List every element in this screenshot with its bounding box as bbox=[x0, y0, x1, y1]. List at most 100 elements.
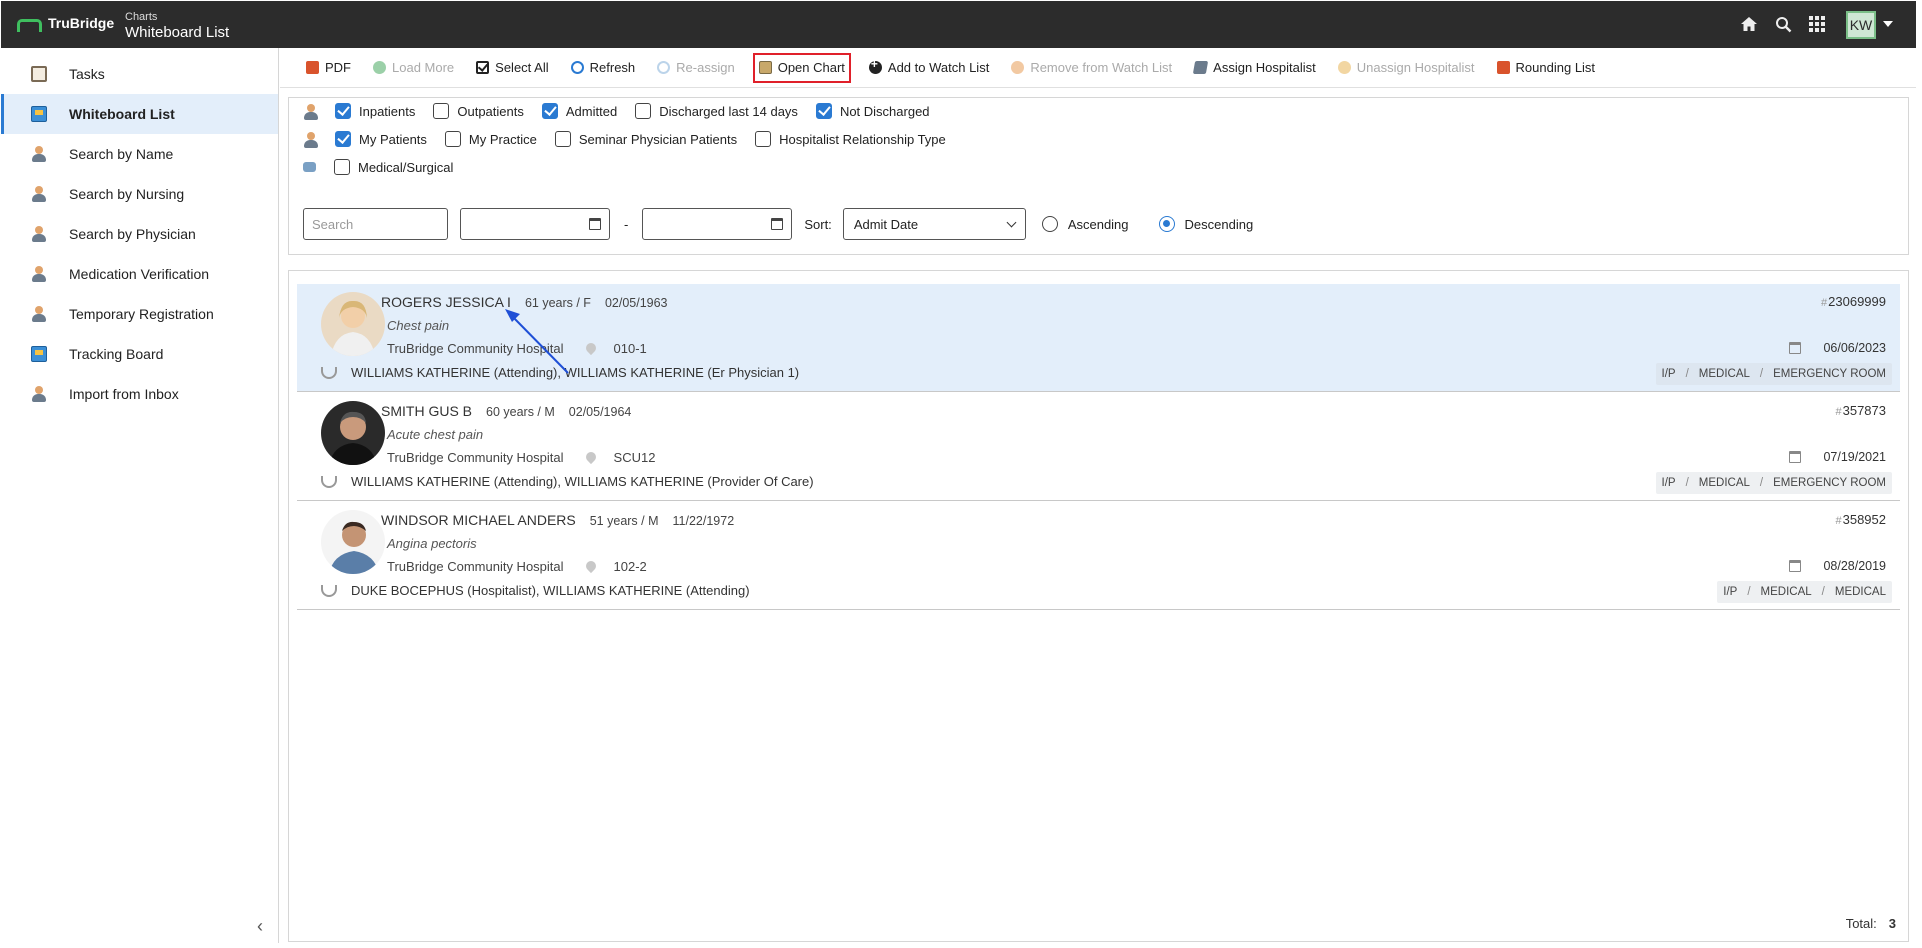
patient-photo bbox=[321, 292, 385, 356]
rounding-list-button[interactable]: Rounding List bbox=[1493, 53, 1600, 83]
patient-photo bbox=[321, 401, 385, 465]
filter-row-service: Medical/Surgical bbox=[303, 159, 471, 175]
toolbar: PDF Load More Select All Refresh Re-assi… bbox=[280, 48, 1916, 88]
tag-service: MEDICAL bbox=[1698, 477, 1750, 489]
medical-surgical-checkbox[interactable]: Medical/Surgical bbox=[334, 159, 453, 175]
hash-sign: # bbox=[1835, 406, 1842, 418]
apps-grid-icon[interactable] bbox=[1806, 13, 1828, 35]
sidebar-item-temporary-registration[interactable]: Temporary Registration bbox=[1, 294, 278, 334]
rounding-list-pdf-icon bbox=[1496, 61, 1510, 74]
to-date-input[interactable] bbox=[642, 208, 793, 240]
account-number: #357873 bbox=[1835, 403, 1886, 418]
person-icon bbox=[31, 146, 47, 162]
load-more-button[interactable]: Load More bbox=[369, 53, 458, 83]
tag-patient-type: I/P bbox=[1661, 477, 1676, 489]
home-icon[interactable] bbox=[1738, 13, 1760, 35]
patient-location: TruBridge Community Hospital 010-1 bbox=[387, 341, 647, 356]
patient-row[interactable]: SMITH GUS B 60 years / M 02/05/1964 Acut… bbox=[297, 393, 1900, 501]
from-date-input[interactable] bbox=[460, 208, 610, 240]
sidebar-item-medication-verification[interactable]: Medication Verification bbox=[1, 254, 278, 294]
descending-radio[interactable]: Descending bbox=[1158, 216, 1253, 232]
sidebar-item-tracking-board[interactable]: Tracking Board bbox=[1, 334, 278, 374]
physicians-text: WILLIAMS KATHERINE (Attending), WILLIAMS… bbox=[351, 474, 814, 489]
patient-name[interactable]: ROGERS JESSICA I bbox=[381, 294, 511, 310]
unassign-icon bbox=[1337, 61, 1351, 74]
outpatients-checkbox[interactable]: Outpatients bbox=[433, 103, 524, 119]
my-practice-checkbox[interactable]: My Practice bbox=[444, 131, 537, 147]
user-avatar[interactable]: KW bbox=[1846, 11, 1876, 39]
sidebar-item-label: Medication Verification bbox=[69, 266, 210, 282]
remove-from-watch-list-button[interactable]: Remove from Watch List bbox=[1007, 53, 1176, 83]
whiteboard-icon bbox=[31, 106, 47, 122]
patient-name[interactable]: SMITH GUS B bbox=[381, 403, 472, 419]
sidebar-item-search-by-physician[interactable]: Search by Physician bbox=[1, 214, 278, 254]
select-all-button[interactable]: Select All bbox=[472, 53, 552, 83]
calendar-icon bbox=[1789, 451, 1802, 463]
brand-name: TruBridge bbox=[48, 15, 115, 31]
patient-name[interactable]: WINDSOR MICHAEL ANDERS bbox=[381, 512, 576, 528]
patient-location: TruBridge Community Hospital SCU12 bbox=[387, 450, 655, 465]
pdf-icon bbox=[306, 61, 319, 74]
sort-select[interactable]: Admit Date bbox=[842, 208, 1026, 240]
patient-diagnosis: Chest pain bbox=[387, 318, 450, 333]
ascending-radio[interactable]: Ascending bbox=[1041, 216, 1129, 232]
calendar-icon[interactable] bbox=[771, 218, 784, 230]
sidebar-item-label: Tracking Board bbox=[69, 346, 164, 362]
patient-diagnosis: Angina pectoris bbox=[387, 536, 477, 551]
location-pin-icon bbox=[586, 343, 596, 355]
refresh-button[interactable]: Refresh bbox=[567, 53, 640, 83]
seminar-physician-patients-checkbox[interactable]: Seminar Physician Patients bbox=[554, 131, 737, 147]
tag-unit: EMERGENCY ROOM bbox=[1773, 368, 1886, 380]
admit-date: 06/06/2023 bbox=[1789, 341, 1886, 355]
admitted-checkbox[interactable]: Admitted bbox=[541, 103, 617, 119]
tag-service: MEDICAL bbox=[1698, 368, 1750, 380]
pdf-button[interactable]: PDF bbox=[302, 53, 355, 83]
room-number: 102-2 bbox=[613, 559, 647, 574]
person-icon bbox=[31, 226, 47, 242]
patient-dob: 11/22/1972 bbox=[672, 514, 735, 528]
person-icon bbox=[31, 386, 47, 402]
stethoscope-icon bbox=[321, 366, 337, 379]
reassign-button[interactable]: Re-assign bbox=[653, 53, 739, 83]
calendar-icon bbox=[1789, 560, 1802, 572]
sidebar-item-import-from-inbox[interactable]: Import from Inbox bbox=[1, 374, 278, 414]
patient-tags: I/P / MEDICAL / EMERGENCY ROOM bbox=[1655, 363, 1892, 385]
add-to-watch-list-button[interactable]: Add to Watch List bbox=[865, 53, 993, 83]
open-chart-button[interactable]: Open Chart bbox=[752, 52, 851, 83]
checkbox-checked-icon bbox=[335, 131, 351, 147]
calendar-icon[interactable] bbox=[589, 218, 601, 230]
my-patients-checkbox[interactable]: My Patients bbox=[335, 131, 427, 147]
collapse-sidebar-chevron-left-icon[interactable]: ‹ bbox=[257, 916, 263, 937]
not-discharged-checkbox[interactable]: Not Discharged bbox=[815, 103, 930, 119]
stethoscope-icon bbox=[321, 475, 337, 488]
user-menu-caret-icon[interactable] bbox=[1883, 21, 1893, 27]
search-input[interactable] bbox=[303, 208, 448, 240]
sidebar-item-search-by-nursing[interactable]: Search by Nursing bbox=[1, 174, 278, 214]
hospitalist-relationship-type-checkbox[interactable]: Hospitalist Relationship Type bbox=[755, 131, 946, 147]
patient-age-sex: 60 years / M bbox=[486, 405, 555, 419]
assign-hospitalist-button[interactable]: Assign Hospitalist bbox=[1190, 53, 1320, 83]
sidebar-item-whiteboard-list[interactable]: Whiteboard List bbox=[1, 94, 278, 134]
medical-service-icon bbox=[303, 162, 316, 172]
sidebar-item-label: Search by Physician bbox=[69, 226, 196, 242]
sidebar-item-label: Whiteboard List bbox=[69, 106, 175, 122]
patient-row[interactable]: WINDSOR MICHAEL ANDERS 51 years / M 11/2… bbox=[297, 502, 1900, 610]
patient-row[interactable]: ROGERS JESSICA I 61 years / F 02/05/1963… bbox=[297, 284, 1900, 392]
page-title: Whiteboard List bbox=[125, 24, 230, 41]
sidebar-item-search-by-name[interactable]: Search by Name bbox=[1, 134, 278, 174]
logo[interactable]: TruBridge bbox=[16, 15, 115, 32]
tag-unit: EMERGENCY ROOM bbox=[1773, 477, 1886, 489]
load-more-icon bbox=[373, 61, 386, 74]
sidebar-item-label: Import from Inbox bbox=[69, 386, 179, 402]
unassign-hospitalist-button[interactable]: Unassign Hospitalist bbox=[1334, 53, 1479, 83]
hospital-name: TruBridge Community Hospital bbox=[387, 341, 564, 356]
patient-diagnosis: Acute chest pain bbox=[387, 427, 484, 442]
inpatients-checkbox[interactable]: Inpatients bbox=[335, 103, 415, 119]
checkbox-unchecked-icon bbox=[444, 131, 461, 147]
checkbox-unchecked-icon bbox=[433, 103, 450, 119]
search-icon[interactable] bbox=[1772, 13, 1794, 35]
breadcrumb-parent[interactable]: Charts bbox=[125, 11, 229, 24]
discharged-14-days-checkbox[interactable]: Discharged last 14 days bbox=[635, 103, 798, 119]
sidebar-item-label: Search by Name bbox=[69, 146, 174, 162]
sidebar-item-tasks[interactable]: Tasks bbox=[1, 54, 278, 94]
